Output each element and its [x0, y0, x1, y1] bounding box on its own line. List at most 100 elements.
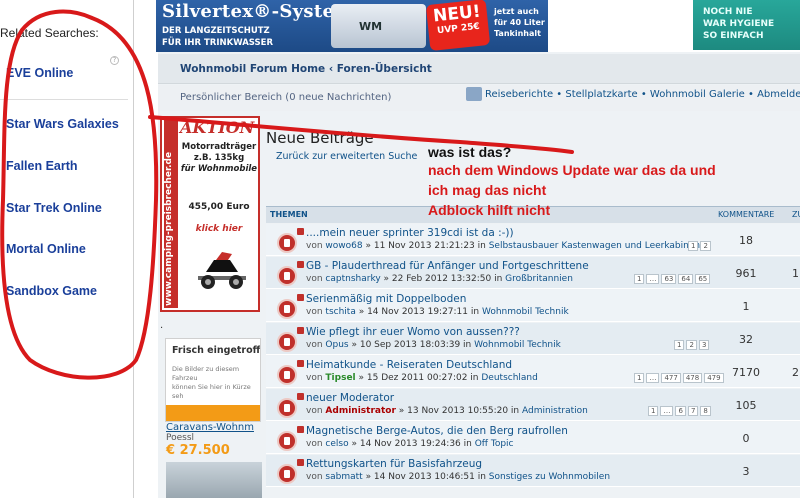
hygiene-line1: NOCH NIE	[703, 7, 753, 17]
topic-forum[interactable]: Wohnmobil Technik	[474, 340, 561, 350]
banner-sub-line2: FÜR IHR TRINKWASSER	[162, 38, 273, 48]
topic-date: » 14 Nov 2013 19:24:36 in	[351, 439, 472, 449]
related-search-fallen-earth[interactable]: Fallen Earth	[6, 159, 78, 173]
annotation-line1: nach dem Windows Update war das da und	[428, 162, 716, 178]
topic-title[interactable]: Wie pflegt ihr euer Womo von aussen???	[297, 326, 520, 338]
caravan-ad-bar	[166, 405, 260, 421]
related-search-star-wars-galaxies[interactable]: Star Wars Galaxies	[6, 117, 119, 131]
caravan-ad-subtitle: Poessl	[166, 433, 195, 443]
topic-title[interactable]: neuer Moderator	[297, 392, 394, 404]
page-link[interactable]: 1	[648, 406, 659, 416]
topic-author[interactable]: captnsharky	[325, 274, 380, 284]
topic-forum[interactable]: Deutschland	[481, 373, 537, 383]
related-search-star-trek-online[interactable]: Star Trek Online	[6, 201, 102, 215]
new-post-icon[interactable]	[297, 360, 304, 367]
topic-author[interactable]: Tipsel	[325, 373, 355, 383]
page-link[interactable]: 64	[678, 274, 694, 284]
page-link[interactable]: 8	[700, 406, 711, 416]
new-post-icon[interactable]	[297, 459, 304, 466]
table-row[interactable]: ....mein neuer sprinter 319cdi ist da :-…	[266, 224, 800, 256]
page-ellipsis: …	[660, 406, 674, 416]
topic-author[interactable]: sabmatt	[325, 472, 362, 482]
new-post-icon[interactable]	[297, 426, 304, 433]
topic-date: » 14 Nov 2013 19:27:11 in	[358, 307, 480, 317]
ad-body-line1: Motorradträger	[181, 142, 257, 152]
new-post-icon[interactable]	[297, 261, 304, 268]
topic-icon	[277, 233, 297, 253]
user-links[interactable]: Reiseberichte • Stellplatzkarte • Wohnmo…	[485, 89, 800, 100]
topic-forum[interactable]: Großbritannien	[505, 274, 573, 284]
product-image: WM	[331, 4, 426, 48]
page-link[interactable]: 65	[695, 274, 711, 284]
topic-author[interactable]: Administrator	[325, 406, 395, 416]
topic-title-text: GB - Plauderthread für Anfänger und Fort…	[306, 260, 589, 272]
topic-forum[interactable]: Wohnmobil Technik	[482, 307, 569, 317]
page-link[interactable]: 7	[687, 406, 699, 416]
topic-title[interactable]: Serienmäßig mit Doppelboden	[297, 293, 466, 305]
table-row[interactable]: Magnetische Berge-Autos, die den Berg ra…	[266, 422, 800, 454]
related-searches-title: Related Searches:	[0, 26, 99, 40]
topic-author[interactable]: tschita	[325, 307, 355, 317]
new-post-icon[interactable]	[297, 294, 304, 301]
table-row[interactable]: Rettungskarten für Basisfahrzeug von sab…	[266, 455, 800, 487]
topic-author[interactable]: celso	[325, 439, 348, 449]
page-link[interactable]: 1	[634, 274, 645, 284]
topic-forum[interactable]: Sonstiges zu Wohnmobilen	[489, 472, 610, 482]
travel-reports-icon	[466, 87, 482, 101]
new-post-icon[interactable]	[297, 393, 304, 400]
topic-title-text: Rettungskarten für Basisfahrzeug	[306, 458, 483, 470]
personal-area-link[interactable]: Persönlicher Bereich (0 neue Nachrichten…	[180, 92, 391, 103]
hygiene-banner-ad[interactable]: NOCH NIE WAR HYGIENE SO EINFACH	[693, 0, 800, 50]
help-icon[interactable]: ?	[110, 56, 119, 65]
col-topics[interactable]: THEMEN	[270, 210, 308, 219]
topic-forum[interactable]: Administration	[522, 406, 588, 416]
pagination: 1… 6 7 8	[646, 406, 711, 416]
page-link[interactable]: 3	[698, 340, 710, 350]
table-row[interactable]: Heimatkunde - Reiseraten Deutschland von…	[266, 356, 800, 388]
col-comments[interactable]: KOMMENTARE	[718, 210, 774, 219]
back-to-search-link[interactable]: Zurück zur erweiterten Suche	[276, 151, 417, 162]
table-row[interactable]: neuer Moderator von Administrator » 13 N…	[266, 389, 800, 421]
silvertex-banner-ad[interactable]: Silvertex®-System DER LANGZEITSCHUTZ FÜR…	[156, 0, 548, 52]
page-link[interactable]: 1	[634, 373, 645, 383]
page-link[interactable]: 6	[675, 406, 686, 416]
breadcrumb[interactable]: Wohnmobil Forum Home ‹ Foren-Übersicht	[180, 63, 432, 75]
page-link[interactable]: 477	[661, 373, 681, 383]
page-link[interactable]: 2	[686, 340, 697, 350]
related-search-sandbox-game[interactable]: Sandbox Game	[6, 284, 97, 298]
new-post-icon[interactable]	[297, 228, 304, 235]
ad-click-here[interactable]: klick hier	[180, 224, 258, 234]
topic-title[interactable]: Rettungskarten für Basisfahrzeug	[297, 458, 483, 470]
by-label: von	[306, 241, 323, 251]
comment-count: 7170	[732, 366, 760, 379]
page-ellipsis: …	[646, 373, 660, 383]
topic-meta: von captnsharky » 22 Feb 2012 13:32:50 i…	[306, 274, 573, 284]
topic-title[interactable]: ....mein neuer sprinter 319cdi ist da :-…	[297, 227, 514, 239]
page-link[interactable]: 478	[682, 373, 703, 383]
related-search-eve-online[interactable]: EVE Online	[6, 66, 73, 80]
motorrad-traeger-ad[interactable]: www.camping-preisbrecher.de AKTION Motor…	[160, 116, 260, 312]
ad-side-strip: www.camping-preisbrecher.de	[164, 120, 178, 308]
topic-title[interactable]: Heimatkunde - Reiseraten Deutschland	[297, 359, 512, 371]
page-link[interactable]: 63	[661, 274, 677, 284]
topic-forum[interactable]: Off Topic	[475, 439, 514, 449]
table-row[interactable]: Serienmäßig mit Doppelboden von tschita …	[266, 290, 800, 322]
new-post-icon[interactable]	[297, 327, 304, 334]
caravan-image	[166, 462, 262, 498]
page-link[interactable]: 1	[688, 241, 699, 251]
topic-author[interactable]: wowo68	[325, 241, 362, 251]
topic-title[interactable]: Magnetische Berge-Autos, die den Berg ra…	[297, 425, 568, 437]
caravan-ad-title[interactable]: Caravans-Wohnm	[166, 422, 254, 433]
table-row[interactable]: GB - Plauderthread für Anfänger und Fort…	[266, 257, 800, 289]
table-row[interactable]: Wie pflegt ihr euer Womo von aussen??? v…	[266, 323, 800, 355]
page-link[interactable]: 2	[700, 241, 711, 251]
col-more[interactable]: ZU	[792, 210, 800, 219]
page-link[interactable]: 1	[674, 340, 685, 350]
topic-title-text: ....mein neuer sprinter 319cdi ist da :-…	[306, 227, 514, 239]
banner-subtitle: DER LANGZEITSCHUTZ FÜR IHR TRINKWASSER	[162, 25, 312, 49]
topic-author[interactable]: Opus	[325, 340, 348, 350]
topic-title[interactable]: GB - Plauderthread für Anfänger und Fort…	[297, 260, 589, 272]
topic-forum[interactable]: Selbstausbauer Kastenwagen und Leerkabin…	[489, 241, 700, 251]
related-search-mortal-online[interactable]: Mortal Online	[6, 242, 86, 256]
caravan-ad[interactable]: Frisch eingetroffe Die Bilder zu diesem …	[165, 338, 261, 422]
